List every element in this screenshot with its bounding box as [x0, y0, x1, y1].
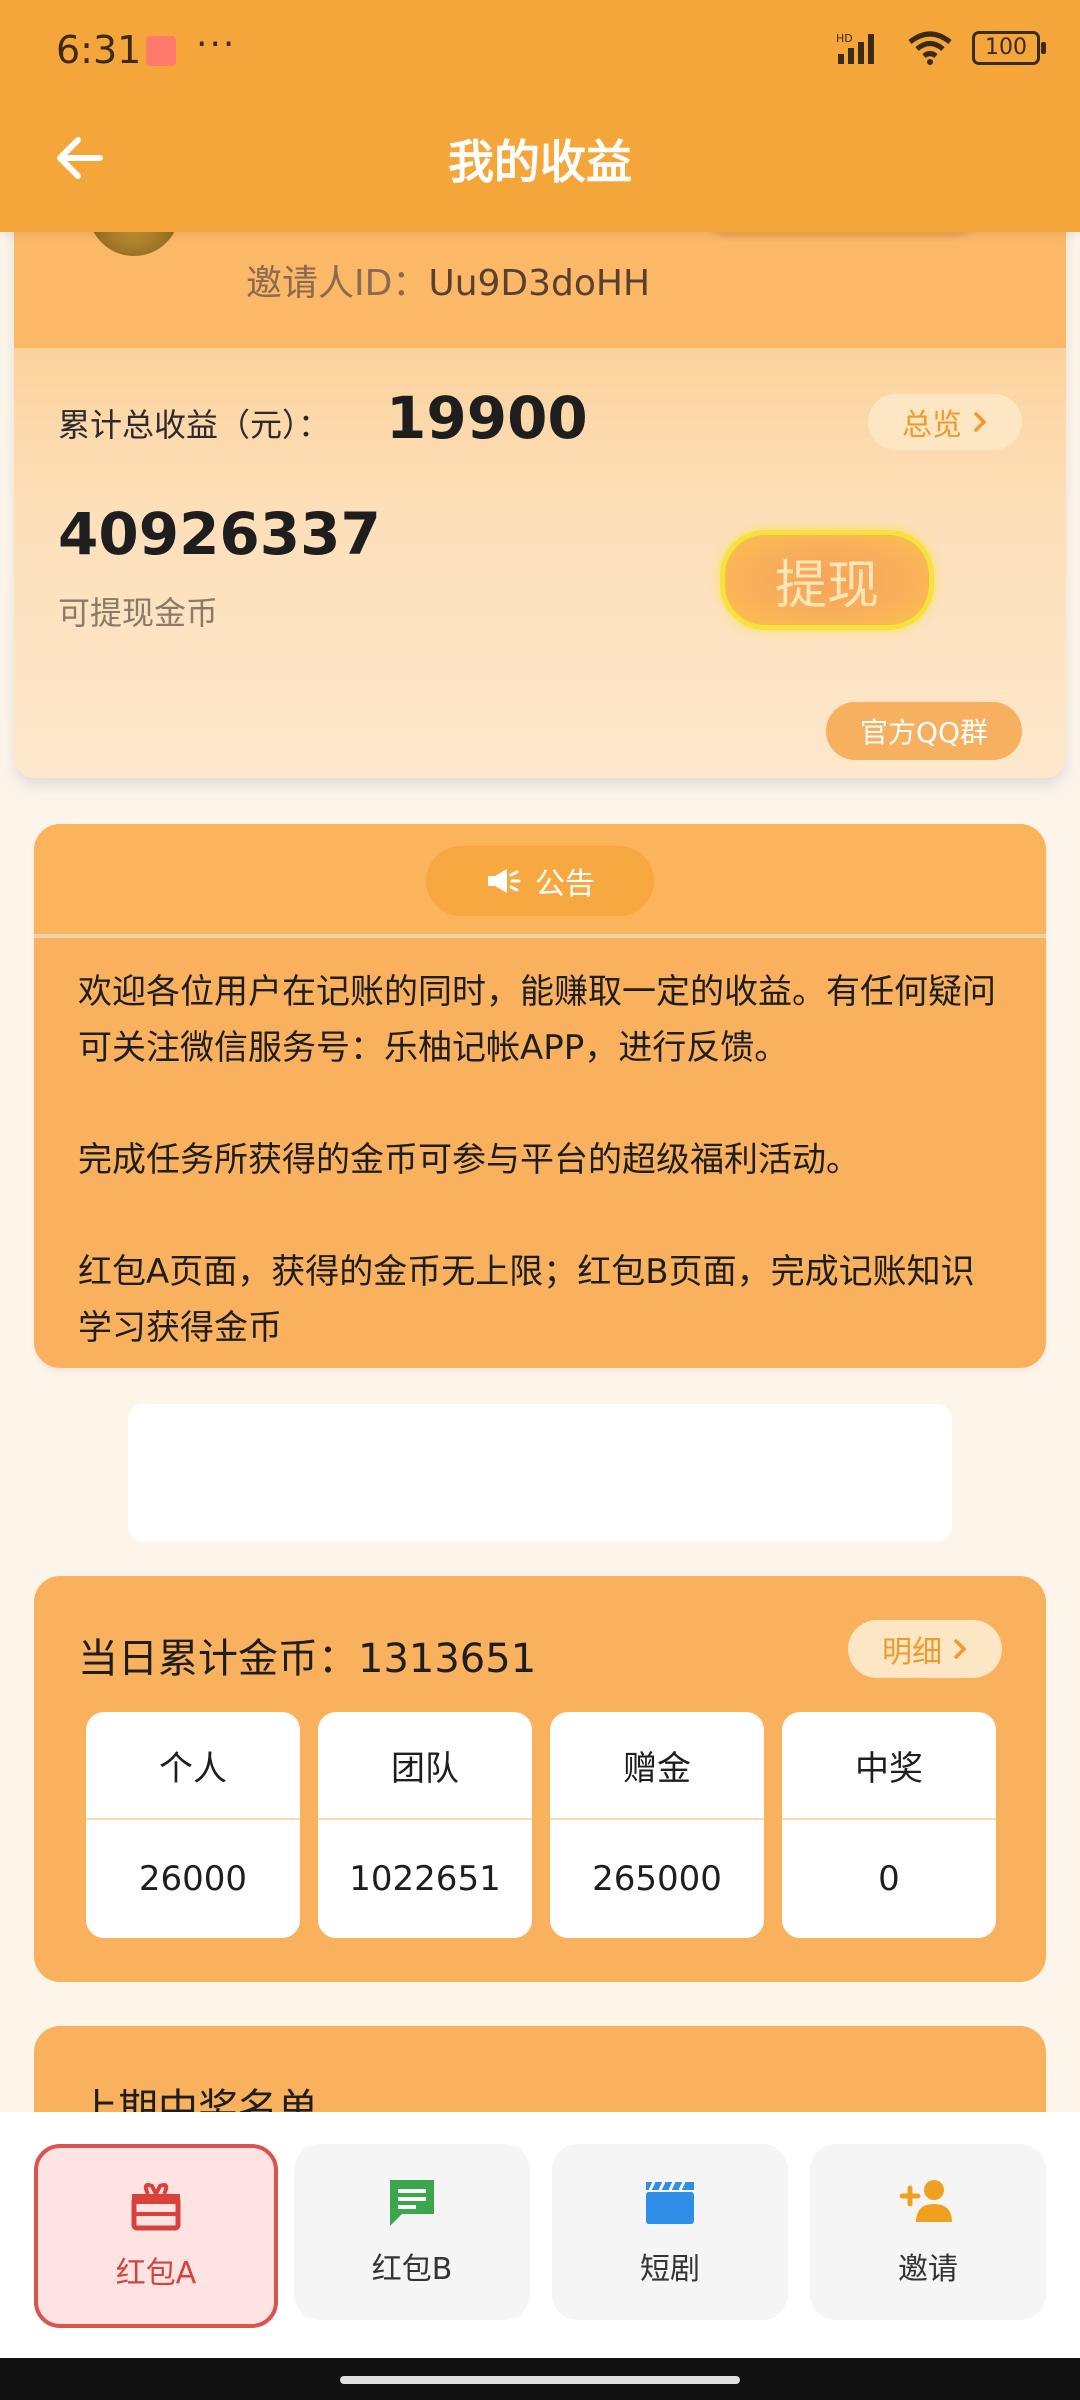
- tab-label: 短剧: [640, 2252, 700, 2287]
- svg-text:HD: HD: [836, 32, 853, 45]
- daily-coins-title: 当日累计金币：1313651: [78, 1626, 536, 1684]
- battery-indicator: 100: [972, 31, 1046, 65]
- overview-button[interactable]: 总览: [868, 394, 1022, 450]
- tab-label: 邀请: [898, 2252, 958, 2287]
- stat-value: 265000: [592, 1859, 722, 1899]
- tab-invite[interactable]: 邀请: [810, 2144, 1046, 2320]
- stat-value: 26000: [138, 1859, 248, 1899]
- tab-short-drama[interactable]: 短剧: [552, 2144, 788, 2320]
- tab-label: 红包B: [371, 2252, 453, 2287]
- daily-coins-value: 1313651: [358, 1636, 537, 1682]
- withdraw-button[interactable]: 提现: [720, 530, 934, 630]
- notice-text: 欢迎各位用户在记账的同时，能赚取一定的收益。有任何疑问可关注微信服务号：乐柚记帐…: [78, 972, 996, 1348]
- inviter-id-value: Uu9D3doHH: [428, 263, 651, 304]
- notice-header: 公告: [34, 824, 1046, 938]
- chevron-right-icon: [954, 1639, 967, 1659]
- gift-icon: [131, 2183, 181, 2231]
- stat-box-prize: 中奖 0: [782, 1712, 996, 1938]
- add-user-icon: [899, 2180, 952, 2222]
- stat-value: 1022651: [349, 1859, 501, 1899]
- stat-name: 赠金: [550, 1712, 764, 1820]
- stat-box-personal: 个人 26000: [86, 1712, 300, 1938]
- signal-icon: HD: [836, 32, 874, 64]
- app-header: 6:31 ··· HD 100 我的收益: [0, 0, 1080, 232]
- inviter-id-label: 邀请人ID：: [246, 263, 429, 304]
- stat-box-team: 团队 1022651: [318, 1712, 532, 1938]
- total-earnings-label: 累计总收益（元）：: [58, 406, 331, 444]
- official-qq-group-button[interactable]: 官方QQ群: [826, 702, 1022, 760]
- status-more-dots: ···: [196, 24, 237, 65]
- stat-value: 0: [878, 1859, 900, 1899]
- home-indicator[interactable]: [340, 2376, 740, 2384]
- clapperboard-icon: [646, 2181, 694, 2224]
- tab-red-packet-a[interactable]: 红包A: [34, 2144, 278, 2328]
- bottom-tab-bar: 红包A 红包B 短剧 邀请: [0, 2112, 1080, 2358]
- tab-red-packet-b[interactable]: 红包B: [294, 2144, 530, 2320]
- withdrawable-coins-value: 40926337: [58, 500, 381, 568]
- stat-box-bonus: 赠金 265000: [550, 1712, 764, 1938]
- system-navigation-bar: [0, 2358, 1080, 2400]
- stat-name: 中奖: [782, 1712, 996, 1820]
- status-indicators: HD 100: [836, 30, 1046, 66]
- total-earnings-value: 19900: [386, 384, 588, 452]
- daily-coins-label: 当日累计金币：: [78, 1636, 358, 1682]
- ad-banner-placeholder: [128, 1404, 952, 1542]
- notification-app-icon: [146, 36, 176, 66]
- notice-badge: 公告: [426, 846, 654, 916]
- page-title: 我的收益: [448, 135, 632, 189]
- inviter-id-row: 邀请人ID：Uu9D3doHH: [246, 254, 650, 306]
- chevron-right-icon: [974, 412, 987, 432]
- daily-coins-card: 当日累计金币：1313651 明细 个人 26000 团队 1022651 赠金…: [34, 1576, 1046, 1982]
- message-icon: [390, 2180, 434, 2226]
- overview-label: 总览: [902, 408, 962, 443]
- tab-label: 红包A: [115, 2256, 197, 2291]
- detail-label: 明细: [882, 1635, 942, 1670]
- withdrawable-coins-label: 可提现金币: [58, 594, 219, 632]
- status-time: 6:31: [56, 28, 142, 72]
- detail-button[interactable]: 明细: [848, 1620, 1002, 1678]
- stat-name: 个人: [86, 1712, 300, 1820]
- notice-title: 公告: [535, 867, 595, 902]
- notice-card: 公告 欢迎各位用户在记账的同时，能赚取一定的收益。有任何疑问可关注微信服务号：乐…: [34, 824, 1046, 1368]
- megaphone-icon: [488, 869, 521, 893]
- stat-name: 团队: [318, 1712, 532, 1820]
- wifi-icon: [908, 31, 952, 65]
